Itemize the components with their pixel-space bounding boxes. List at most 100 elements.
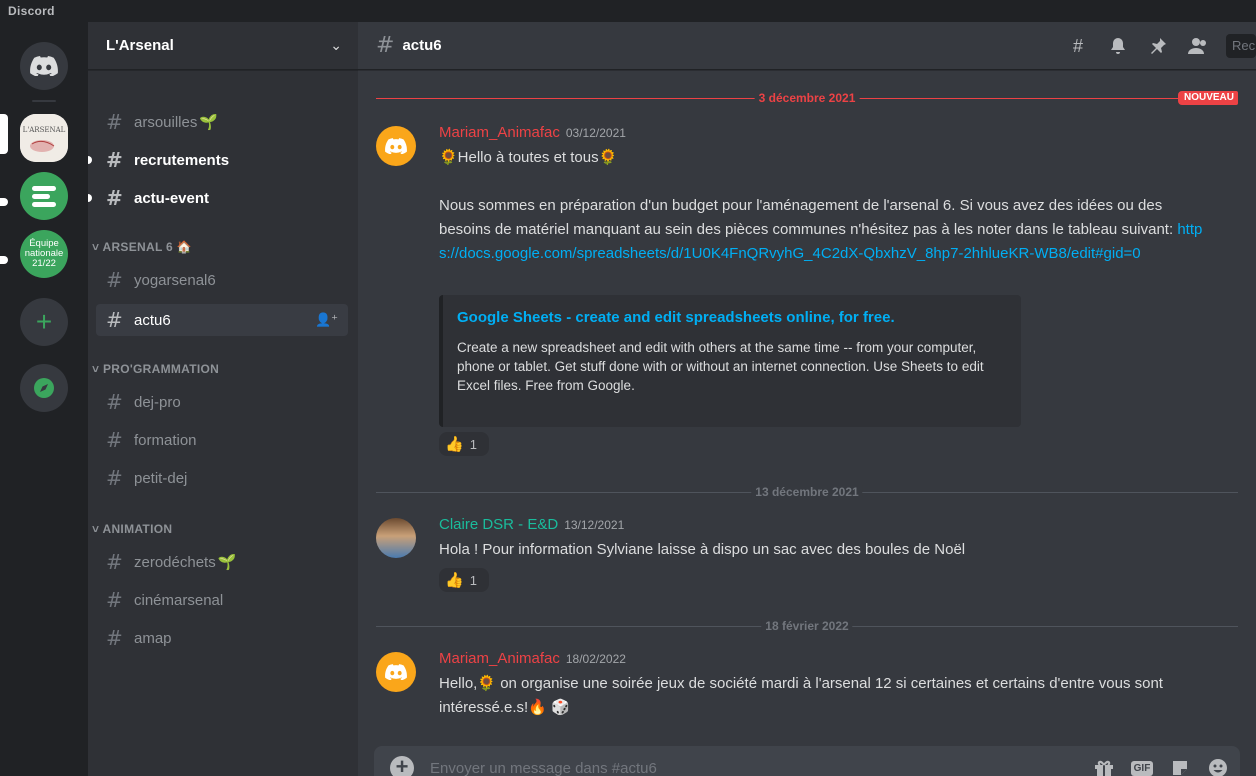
bell-icon[interactable]: [1106, 34, 1130, 58]
category-label: PRO'GRAMMATION: [102, 362, 220, 376]
text-thread-icon: #: [106, 268, 123, 292]
channel-dej-pro[interactable]: # dej-pro: [96, 386, 348, 418]
upload-plus-button[interactable]: +: [390, 756, 414, 776]
channel-formation[interactable]: # formation: [96, 424, 348, 456]
arsenal-tile-text: L'ARSENAL: [23, 126, 66, 134]
thumbs-up-emoji: 👍: [445, 436, 464, 453]
channel-label: actu6: [134, 311, 171, 329]
date-label: 13 décembre 2021: [751, 485, 863, 499]
date-divider-new: 3 décembre 2021 NOUVEAU: [376, 91, 1238, 105]
channel-label: actu-event: [134, 189, 210, 207]
hash-icon: #: [106, 626, 123, 650]
server-lines-icon: [32, 186, 56, 207]
hash-icon: #: [106, 588, 123, 612]
category-label: ARSENAL 6: [102, 240, 173, 254]
hash-icon: #: [106, 110, 123, 134]
date-divider: 18 février 2022: [376, 619, 1238, 633]
channel-arsouilles[interactable]: # arsouilles 🌱: [96, 106, 348, 138]
hash-icon: #: [106, 148, 123, 172]
avatar[interactable]: [376, 126, 416, 166]
channel-recrutements[interactable]: # recrutements: [88, 144, 348, 176]
date-divider: 13 décembre 2021: [376, 485, 1238, 499]
channel-header: # actu6 # Rec: [358, 22, 1256, 70]
unread-indicator: [88, 194, 92, 202]
avatar[interactable]: [376, 652, 416, 692]
category-arsenal6[interactable]: ˅ ARSENAL 6 🏠: [92, 240, 192, 254]
chevron-down-icon: ˅: [92, 522, 103, 536]
channel-cinemarsenal[interactable]: # cinémarsenal: [96, 584, 348, 616]
discord-logo-icon: [30, 56, 58, 76]
title-bar: Discord: [0, 0, 1256, 22]
unread-server-indicator-2: [0, 256, 8, 264]
avatar[interactable]: [376, 518, 416, 558]
channel-actu6[interactable]: # actu6 👤⁺: [96, 304, 348, 336]
channel-label: amap: [134, 629, 172, 647]
members-icon[interactable]: [1186, 34, 1210, 58]
author-name[interactable]: Mariam_Animafac: [439, 650, 560, 667]
channel-yogarsenal6[interactable]: # yogarsenal6: [96, 264, 348, 296]
hash-icon: #: [106, 550, 123, 574]
link-embed: Google Sheets - create and edit spreadsh…: [439, 295, 1021, 427]
gift-icon[interactable]: [1092, 756, 1116, 776]
message-input[interactable]: [430, 759, 1030, 776]
message-composer: + GIF: [374, 746, 1240, 776]
add-server-button[interactable]: +: [20, 298, 68, 346]
discord-home-button[interactable]: [20, 42, 68, 90]
search-input[interactable]: Rec: [1226, 34, 1256, 58]
app-title: Discord: [8, 4, 55, 18]
timestamp: 03/12/2021: [565, 126, 626, 140]
date-label: 3 décembre 2021: [754, 91, 860, 105]
server-header[interactable]: L'Arsenal ⌄: [88, 22, 358, 70]
reaction-thumbs-up[interactable]: 👍 1: [439, 568, 489, 592]
server-arsenal[interactable]: L'ARSENAL: [20, 114, 68, 162]
message-header: Mariam_Animafac 03/12/2021: [439, 124, 626, 141]
unread-indicator: [88, 156, 92, 164]
channel-label: arsouilles: [134, 113, 198, 131]
server-list-separator: [32, 100, 56, 102]
arsenal-server-image: L'ARSENAL: [20, 114, 68, 162]
plus-icon: +: [35, 306, 53, 337]
new-messages-badge: NOUVEAU: [1177, 91, 1238, 105]
pin-icon[interactable]: [1146, 34, 1170, 58]
text-thread-icon: #: [106, 308, 123, 332]
text-thread-icon: #: [376, 33, 395, 58]
chevron-down-icon: ⌄: [330, 37, 342, 53]
sprout-emoji: 🌱: [217, 554, 237, 571]
threads-icon[interactable]: #: [1066, 34, 1090, 58]
channel-amap[interactable]: # amap: [96, 622, 348, 654]
category-programmation[interactable]: ˅ PRO'GRAMMATION: [92, 362, 219, 376]
channel-label: zerodéchets: [134, 553, 216, 571]
server-name: L'Arsenal: [106, 37, 174, 54]
server-equipe-nationale[interactable]: Équipe nationale 21/22: [20, 230, 68, 278]
message-header: Claire DSR - E&D 13/12/2021: [439, 516, 624, 533]
sprout-emoji: 🌱: [199, 114, 219, 131]
timestamp: 18/02/2022: [565, 652, 626, 666]
reaction-count: 1: [469, 436, 477, 452]
channel-zerodechets[interactable]: # zerodéchets 🌱: [96, 546, 348, 578]
gif-label: GIF: [1130, 760, 1154, 776]
category-animation[interactable]: ˅ ANIMATION: [92, 522, 172, 536]
header-toolbar: # Rec: [1066, 22, 1256, 70]
channel-sidebar: L'Arsenal ⌄ # arsouilles 🌱 # recrutement…: [88, 22, 358, 776]
author-name[interactable]: Mariam_Animafac: [439, 124, 560, 141]
server-green[interactable]: [20, 172, 68, 220]
sticker-icon[interactable]: [1168, 756, 1192, 776]
channel-actu-event[interactable]: # actu-event: [88, 182, 348, 214]
reaction-thumbs-up[interactable]: 👍 1: [439, 432, 489, 456]
embed-title[interactable]: Google Sheets - create and edit spreadsh…: [457, 309, 1005, 326]
category-label: ANIMATION: [102, 522, 173, 536]
explore-servers-button[interactable]: [20, 364, 68, 412]
invite-member-icon[interactable]: 👤⁺: [315, 312, 338, 328]
hash-icon: #: [106, 186, 123, 210]
emoji-picker-icon[interactable]: [1206, 756, 1230, 776]
author-name[interactable]: Claire DSR - E&D: [439, 516, 558, 533]
composer-toolbar: GIF: [1078, 756, 1230, 776]
discord-logo-icon: [385, 664, 407, 680]
message-text: Nous sommes en préparation d'un budget p…: [439, 197, 1178, 238]
message-text: Hello,🌻 on organise une soirée jeux de s…: [439, 675, 1163, 716]
compass-icon: [34, 378, 54, 398]
channel-petit-dej[interactable]: # petit-dej: [96, 462, 348, 494]
embed-description: Create a new spreadsheet and edit with o…: [457, 340, 984, 393]
gif-button[interactable]: GIF: [1130, 756, 1154, 776]
channel-label: dej-pro: [134, 393, 181, 411]
